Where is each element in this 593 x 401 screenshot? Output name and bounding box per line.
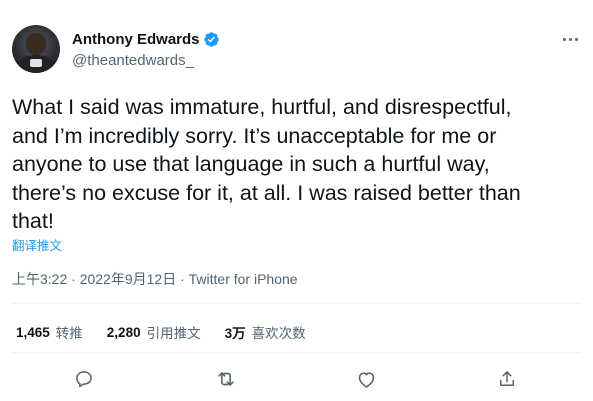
divider — [12, 352, 581, 353]
share-icon — [500, 371, 514, 386]
author-name-row[interactable]: Anthony Edwards — [72, 31, 220, 48]
tweet-text: What I said was immature, hurtful, and d… — [12, 95, 521, 233]
reply-icon — [76, 371, 92, 388]
like-button[interactable] — [354, 367, 378, 391]
author-name[interactable]: Anthony Edwards — [72, 31, 200, 48]
action-bar — [0, 367, 593, 393]
share-button[interactable] — [495, 367, 519, 391]
likes-count: 3万 — [224, 326, 246, 341]
more-icon[interactable] — [558, 30, 582, 48]
avatar-jersey — [30, 59, 42, 67]
retweets-count: 1,465 — [16, 324, 50, 340]
tweet-stats: 1,465 转推 2,280 引用推文 3万 喜欢次数 — [16, 322, 330, 342]
more-dot — [574, 37, 578, 41]
like-icon — [358, 371, 374, 388]
likes-stat[interactable]: 3万 喜欢次数 — [225, 322, 306, 342]
quotes-count: 2,280 — [106, 324, 141, 340]
translate-tweet-link[interactable]: 翻译推文 — [12, 235, 62, 254]
tweet-meta: 上午3:22 · 2022年9月12日 · Twitter for iPhone — [12, 269, 298, 289]
reply-button[interactable] — [72, 367, 96, 391]
tweet-timestamp[interactable]: 上午3:22 · 2022年9月12日 · — [12, 271, 189, 287]
more-dot — [562, 37, 566, 41]
quotes-stat[interactable]: 2,280 引用推文 — [107, 322, 201, 342]
retweet-button[interactable] — [214, 367, 238, 391]
verified-badge-icon — [203, 32, 219, 47]
author-handle[interactable]: @theantedwards_ — [72, 52, 194, 69]
retweet-icon — [218, 372, 234, 386]
retweets-label: 转推 — [55, 326, 83, 341]
retweets-stat[interactable]: 1,465 转推 — [16, 322, 83, 342]
divider — [12, 303, 581, 304]
tweet-source[interactable]: Twitter for iPhone — [189, 271, 298, 287]
more-dot — [568, 37, 572, 41]
avatar[interactable] — [12, 25, 60, 73]
likes-label: 喜欢次数 — [251, 326, 306, 341]
quotes-label: 引用推文 — [146, 326, 201, 341]
avatar-face — [26, 33, 46, 55]
